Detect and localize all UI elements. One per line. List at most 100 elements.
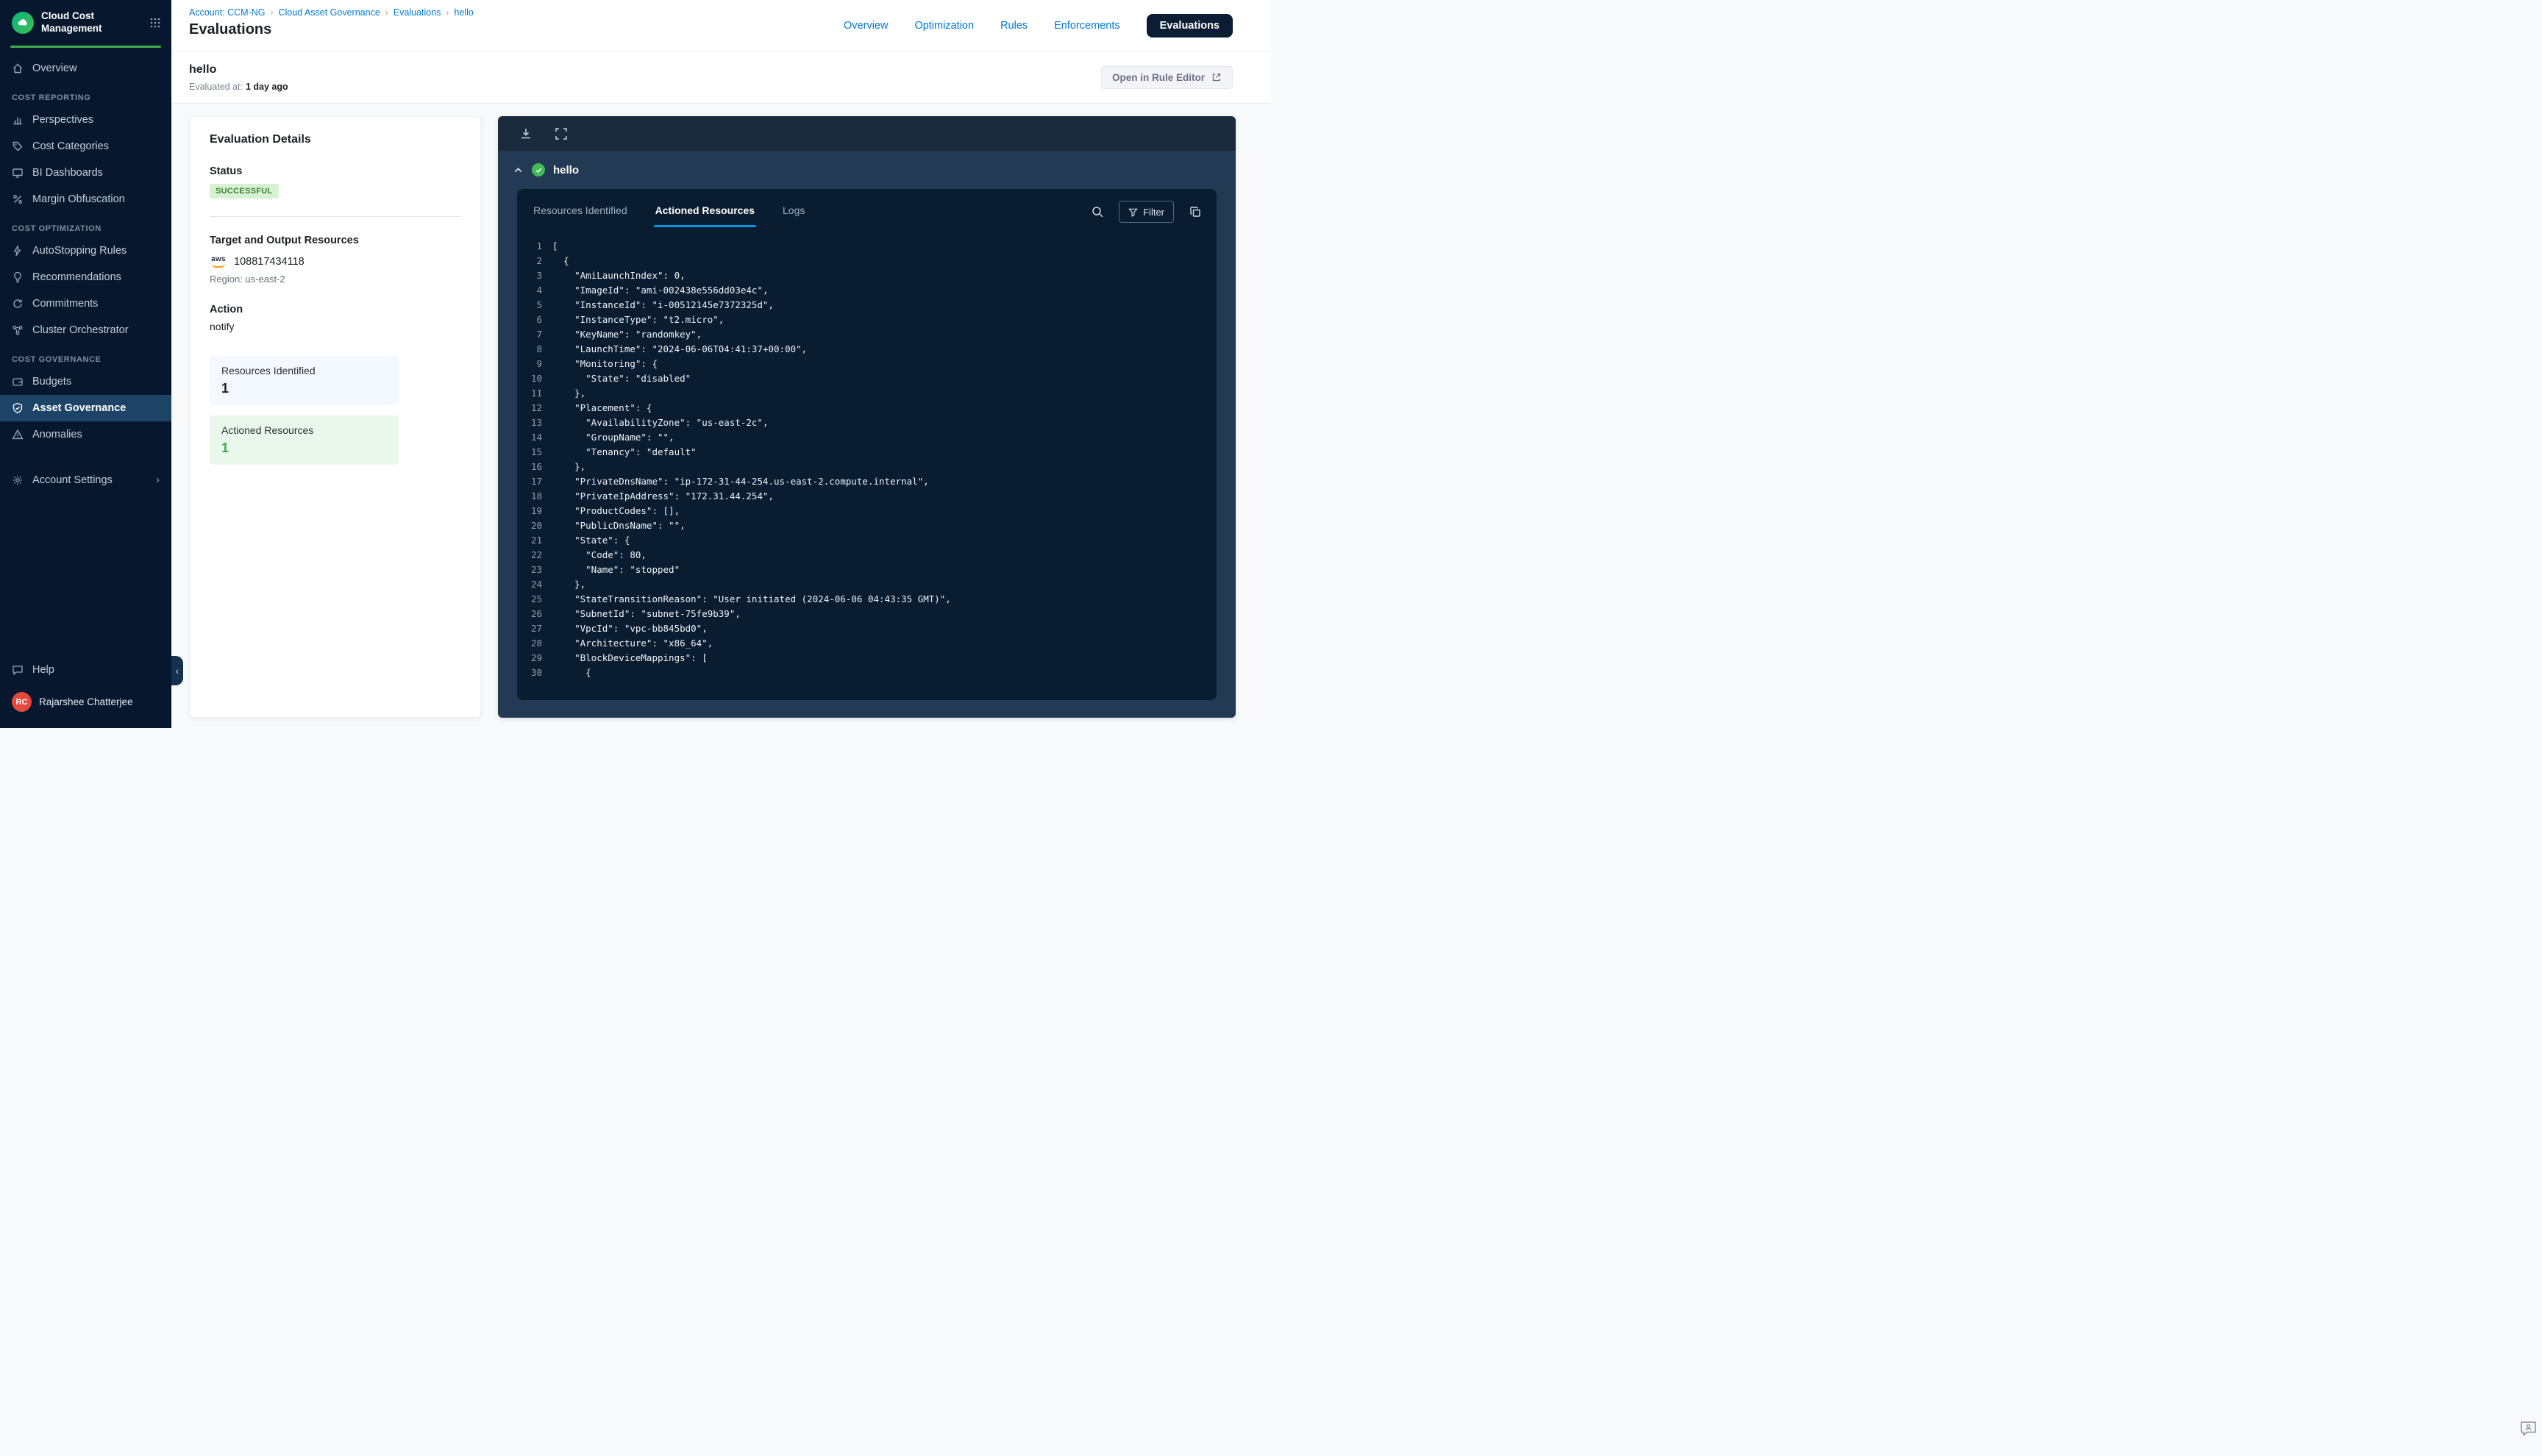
code-line: 17 "PrivateDnsName": "ip-172-31-44-254.u… — [517, 474, 1217, 489]
code-line: 19 "ProductCodes": [], — [517, 504, 1217, 518]
module-accent-bar — [10, 46, 161, 48]
code-line: 21 "State": { — [517, 533, 1217, 548]
action-label: Action — [210, 304, 461, 315]
line-number: 30 — [517, 665, 542, 680]
tab-logs[interactable]: Logs — [781, 201, 806, 227]
sidebar-item-asset-governance[interactable]: Asset Governance — [0, 395, 171, 421]
json-code-viewer[interactable]: 1 [ 2 { 3 "AmiLaunchIndex": — [517, 227, 1217, 700]
user-profile[interactable]: RC Rajarshee Chatterjee — [0, 683, 171, 721]
lightbulb-icon — [12, 271, 24, 283]
avatar: RC — [12, 692, 32, 712]
open-in-rule-editor-button[interactable]: Open in Rule Editor — [1101, 66, 1233, 89]
copy-icon[interactable] — [1189, 205, 1202, 218]
code-line: 9 "Monitoring": { — [517, 357, 1217, 371]
line-number: 19 — [517, 504, 542, 518]
cluster-icon — [12, 324, 24, 336]
sidebar-item-cluster-orchestrator[interactable]: Cluster Orchestrator — [0, 317, 171, 343]
code-line: 5 "InstanceId": "i-00512145e7372325d", — [517, 298, 1217, 313]
code-line-text: "State": "disabled" — [552, 371, 691, 386]
tab-actioned-resources[interactable]: Actioned Resources — [654, 201, 756, 227]
chevron-up-icon[interactable] — [513, 165, 524, 176]
module-grid-icon[interactable] — [149, 17, 161, 29]
nav-optimization[interactable]: Optimization — [914, 20, 974, 32]
gear-icon — [12, 474, 24, 486]
filter-button[interactable]: Filter — [1119, 201, 1174, 223]
sidebar-collapse-button[interactable]: ‹ — [171, 656, 183, 685]
breadcrumb-governance[interactable]: Cloud Asset Governance — [279, 7, 380, 18]
actioned-resources-value: 1 — [221, 440, 387, 456]
sidebar-item-account-settings[interactable]: Account Settings › — [0, 467, 171, 493]
evaluated-at-value: 1 day ago — [246, 82, 288, 92]
sidebar-item-bi-dashboards[interactable]: BI Dashboards — [0, 160, 171, 186]
sidebar-item-cost-categories[interactable]: Cost Categories — [0, 133, 171, 160]
code-line: 28 "Architecture": "x86_64", — [517, 636, 1217, 651]
sidebar-item-label: Commitments — [32, 298, 98, 310]
sidebar-item-budgets[interactable]: Budgets — [0, 368, 171, 395]
breadcrumb-separator-icon: › — [385, 7, 388, 18]
code-line: 1 [ — [517, 239, 1217, 254]
download-icon[interactable] — [519, 126, 533, 141]
sidebar-item-label: AutoStopping Rules — [32, 245, 127, 257]
panel-body: hello Resources Identified Actioned Reso… — [498, 151, 1236, 718]
sidebar-item-label: Anomalies — [32, 429, 82, 440]
status-label: Status — [210, 165, 461, 177]
code-line-text: }, — [552, 386, 585, 401]
sidebar-item-perspectives[interactable]: Perspectives — [0, 107, 171, 133]
nav-overview[interactable]: Overview — [844, 20, 888, 32]
tab-resources-identified[interactable]: Resources Identified — [532, 201, 629, 227]
evaluation-output-panel: hello Resources Identified Actioned Reso… — [498, 116, 1236, 718]
evaluation-result-row[interactable]: hello — [498, 151, 1236, 189]
module-nav: Overview Optimization Rules Enforcements… — [844, 0, 1233, 51]
support-chat-icon[interactable] — [2518, 1418, 2538, 1438]
sidebar-item-label: Recommendations — [32, 271, 121, 283]
breadcrumb-current[interactable]: hello — [454, 7, 473, 18]
sidebar-nav: Overview COST REPORTING Perspectives Cos… — [0, 55, 171, 493]
code-line-text: "KeyName": "randomkey", — [552, 327, 702, 342]
sidebar-item-autostopping-rules[interactable]: AutoStopping Rules — [0, 238, 171, 264]
nav-enforcements[interactable]: Enforcements — [1054, 20, 1119, 32]
breadcrumb-evaluations[interactable]: Evaluations — [394, 7, 441, 18]
code-line: 11 }, — [517, 386, 1217, 401]
sidebar-item-label: BI Dashboards — [32, 167, 103, 179]
nav-evaluations-active[interactable]: Evaluations — [1147, 14, 1233, 38]
card-title: Evaluation Details — [210, 133, 461, 146]
sidebar-item-recommendations[interactable]: Recommendations — [0, 264, 171, 290]
sidebar-item-margin-obfuscation[interactable]: Margin Obfuscation — [0, 186, 171, 213]
resources-card: Resources Identified Actioned Resources … — [517, 189, 1217, 700]
code-line: 12 "Placement": { — [517, 401, 1217, 415]
shield-check-icon — [12, 402, 24, 414]
code-line: 24 }, — [517, 577, 1217, 592]
code-line: 8 "LaunchTime": "2024-06-06T04:41:37+00:… — [517, 342, 1217, 357]
divider — [210, 216, 461, 217]
code-line: 3 "AmiLaunchIndex": 0, — [517, 268, 1217, 283]
breadcrumb-account[interactable]: Account: CCM-NG — [189, 7, 266, 18]
line-number: 25 — [517, 592, 542, 607]
sidebar: Cloud Cost Management Overview COST REPO… — [0, 0, 171, 728]
ccm-logo-icon — [12, 12, 34, 34]
external-link-icon — [1211, 72, 1222, 82]
nav-rules[interactable]: Rules — [1000, 20, 1028, 32]
line-number: 6 — [517, 313, 542, 327]
actioned-resources-stat: Actioned Resources 1 — [210, 415, 399, 465]
sidebar-item-help[interactable]: Help — [0, 657, 171, 683]
evaluation-subheader: hello Evaluated at:1 day ago Open in Rul… — [171, 51, 1271, 104]
sidebar-item-label: Cost Categories — [32, 140, 109, 152]
sidebar-item-commitments[interactable]: Commitments — [0, 290, 171, 317]
line-number: 22 — [517, 548, 542, 563]
open-in-rule-editor-label: Open in Rule Editor — [1112, 72, 1205, 83]
search-icon[interactable] — [1091, 205, 1104, 218]
sidebar-item-overview[interactable]: Overview — [0, 55, 171, 82]
success-check-icon — [532, 163, 545, 176]
code-line: 15 "Tenancy": "default" — [517, 445, 1217, 460]
fullscreen-icon[interactable] — [554, 126, 569, 141]
breadcrumb-separator-icon: › — [271, 7, 274, 18]
code-line: 14 "GroupName": "", — [517, 430, 1217, 445]
sidebar-footer: Help RC Rajarshee Chatterjee — [0, 657, 171, 728]
code-line: 2 { — [517, 254, 1217, 268]
code-line: 16 }, — [517, 460, 1217, 474]
sidebar-item-anomalies[interactable]: Anomalies — [0, 421, 171, 448]
line-number: 14 — [517, 430, 542, 445]
code-line: 7 "KeyName": "randomkey", — [517, 327, 1217, 342]
lightning-icon — [12, 245, 24, 257]
code-line-text: "InstanceType": "t2.micro", — [552, 313, 724, 327]
